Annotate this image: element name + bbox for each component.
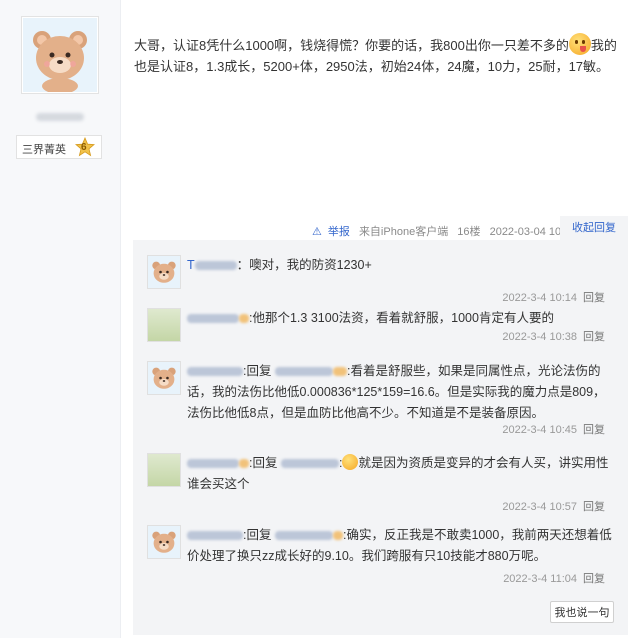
reply-item: T ：噢对，我的防资1230+ 2022-3-4 10:14 回复 bbox=[147, 255, 613, 304]
name-redacted bbox=[332, 531, 343, 541]
reply-button[interactable]: 回复 bbox=[583, 292, 605, 304]
reply-author[interactable] bbox=[187, 364, 243, 378]
post-text-part1: 大哥，认证8凭什么1000啊，钱烧得慌？你要的话，我800出你一只差不多的 bbox=[134, 38, 569, 53]
reply-time: 2022-3-4 11:04 bbox=[503, 573, 577, 585]
reply-time: 2022-3-4 10:45 bbox=[502, 424, 577, 436]
report-label: 举报 bbox=[327, 226, 350, 238]
reply-button[interactable]: 回复 bbox=[583, 573, 605, 585]
rank-badge[interactable]: 三界菁英 6 bbox=[16, 135, 102, 159]
reply-author[interactable] bbox=[187, 311, 249, 325]
name-redacted bbox=[239, 314, 249, 324]
name-redacted bbox=[194, 261, 237, 271]
reply-word: 回复 bbox=[246, 364, 272, 378]
name-redacted bbox=[280, 459, 339, 469]
reply-word: 回复 bbox=[246, 528, 272, 542]
reply-time: 2022-3-4 10:38 bbox=[502, 331, 577, 343]
reply-button[interactable]: 回复 bbox=[583, 331, 605, 343]
reply-meta: 2022-3-4 10:14 回复 bbox=[502, 289, 605, 305]
reply-avatar[interactable] bbox=[147, 308, 181, 342]
reply-item: :回复 :看着是舒服些，如果是同属性点，光论法伤的话，我的法伤比他低0.0008… bbox=[147, 361, 613, 443]
bear-avatar-icon bbox=[23, 18, 97, 92]
add-comment-button[interactable]: 我也说一句 bbox=[550, 601, 614, 623]
post-meta: ⚠ 举报 来自iPhone客户端 16楼 2022-03-04 10:11 bbox=[312, 223, 582, 239]
name-redacted bbox=[274, 531, 333, 541]
reply-avatar[interactable] bbox=[147, 255, 181, 289]
reply-text: 就是因为资质是变异的才会有人买，讲实用性谁会买这个 bbox=[187, 456, 609, 491]
fold-reply-button[interactable]: 收起回复 bbox=[560, 216, 628, 240]
reply-author[interactable] bbox=[187, 456, 249, 470]
reply-item: :回复 : 就是因为资质是变异的才会有人买，讲实用性谁会买这个 2022-3-4 … bbox=[147, 453, 613, 513]
reply-author-initial: T bbox=[187, 258, 195, 272]
name-redacted bbox=[332, 367, 347, 377]
bear-avatar-icon bbox=[148, 526, 180, 558]
reply-time: 2022-3-4 10:14 bbox=[502, 292, 577, 304]
author-column: 三界菁英 6 bbox=[0, 0, 121, 638]
reply-button[interactable]: 回复 bbox=[583, 501, 605, 513]
reply-button[interactable]: 回复 bbox=[583, 424, 605, 436]
bear-avatar-icon bbox=[148, 256, 180, 288]
rank-level: 6 bbox=[81, 142, 87, 153]
reply-meta: 2022-3-4 11:04 回复 bbox=[503, 570, 605, 586]
name-redacted bbox=[187, 531, 243, 541]
colon: ： bbox=[236, 258, 250, 272]
bear-avatar-icon bbox=[148, 362, 180, 394]
floor-number: 16楼 bbox=[457, 226, 481, 238]
reply-time: 2022-3-4 10:57 bbox=[502, 501, 577, 513]
warning-icon: ⚠ bbox=[312, 226, 322, 238]
reply-panel: T ：噢对，我的防资1230+ 2022-3-4 10:14 回复 :他那个1.3 … bbox=[133, 240, 628, 635]
name-redacted bbox=[274, 367, 333, 377]
author-avatar[interactable] bbox=[21, 16, 99, 94]
reply-word: 回复 bbox=[252, 456, 278, 470]
reply-avatar[interactable] bbox=[147, 361, 181, 395]
reply-text-block: :回复 :看着是舒服些，如果是同属性点，光论法伤的话，我的法伤比他低0.0008… bbox=[187, 364, 606, 420]
reply-text-block: T ：噢对，我的防资1230+ bbox=[187, 255, 617, 276]
post-content: 大哥，认证8凭什么1000啊，钱烧得慌？你要的话，我800出你一只差不多的 我的也… bbox=[134, 33, 624, 77]
reply-author[interactable]: T bbox=[187, 258, 237, 272]
smile-emoji-icon bbox=[342, 454, 359, 470]
name-redacted bbox=[187, 459, 239, 469]
reply-avatar[interactable] bbox=[147, 453, 181, 487]
reply-target[interactable] bbox=[274, 364, 347, 378]
rank-label: 三界菁英 bbox=[22, 144, 66, 156]
reply-text-block: :回复 :确实，反正我是不敢卖1000，我前两天还想着低价处理了换只zz成长好的… bbox=[187, 528, 612, 563]
client-source: 来自iPhone客户端 bbox=[359, 226, 451, 238]
name-redacted bbox=[187, 314, 239, 324]
reply-text: 他那个1.3 3100法资，看着就舒服，1000肯定有人要的 bbox=[252, 311, 554, 325]
client-label: 来自iPhone客户端 bbox=[358, 226, 449, 238]
reply-target[interactable] bbox=[274, 528, 343, 542]
reply-text-block: :他那个1.3 3100法资，看着就舒服，1000肯定有人要的 bbox=[187, 308, 617, 329]
reply-avatar[interactable] bbox=[147, 525, 181, 559]
reply-meta: 2022-3-4 10:45 回复 bbox=[502, 421, 605, 437]
pet-avatar-icon bbox=[148, 309, 180, 341]
reply-author[interactable] bbox=[187, 528, 243, 542]
reply-meta: 2022-3-4 10:57 回复 bbox=[502, 498, 605, 514]
reply-meta: 2022-3-4 10:38 回复 bbox=[502, 328, 605, 344]
reply-target[interactable] bbox=[280, 456, 339, 470]
reply-text-block: :回复 : 就是因为资质是变异的才会有人买，讲实用性谁会买这个 bbox=[187, 454, 609, 491]
reply-text: 噢对，我的防资1230+ bbox=[249, 258, 372, 272]
author-name-redacted[interactable] bbox=[36, 113, 84, 121]
reply-item: :他那个1.3 3100法资，看着就舒服，1000肯定有人要的 2022-3-4… bbox=[147, 308, 613, 353]
reply-item: :回复 :确实，反正我是不敢卖1000，我前两天还想着低价处理了换只zz成长好的… bbox=[147, 525, 613, 585]
name-redacted bbox=[239, 459, 249, 469]
report-link[interactable]: ⚠ 举报 bbox=[312, 226, 350, 238]
pet-avatar-icon bbox=[148, 454, 180, 486]
tongue-emoji-icon bbox=[568, 33, 591, 55]
name-redacted bbox=[187, 367, 243, 377]
